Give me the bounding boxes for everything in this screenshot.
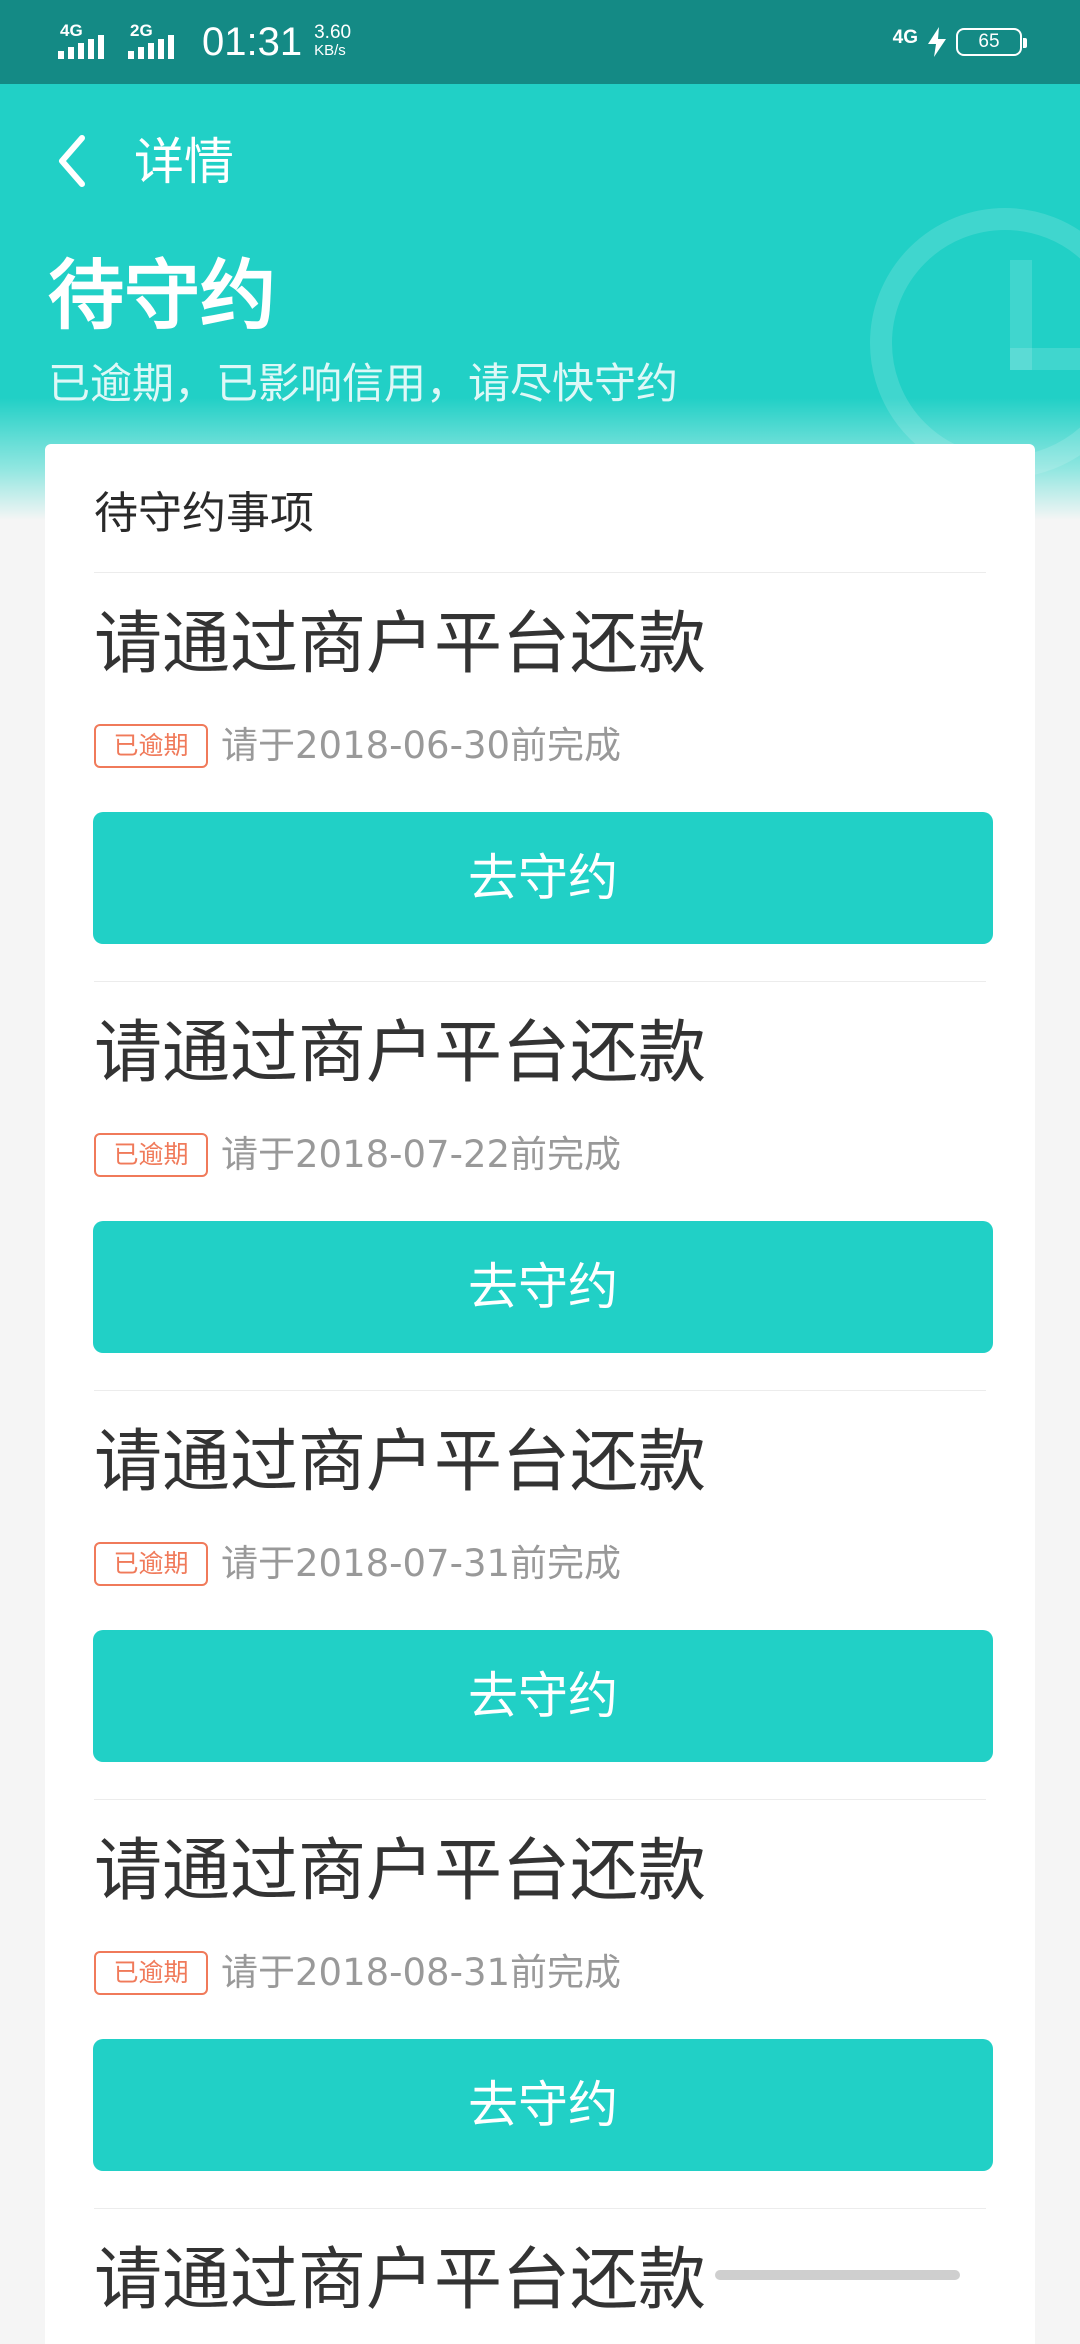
network-type-icon: 4G [892, 27, 918, 48]
clock-watermark-icon [870, 208, 1080, 478]
sim2-signal-bars [128, 35, 174, 59]
status-title: 待守约 [48, 251, 276, 340]
back-arrow-icon[interactable] [50, 130, 94, 192]
network-speed-unit: KB/s [314, 42, 346, 59]
card-title: 待守约事项 [94, 488, 314, 539]
due-date-text: 请于2018-07-31前完成 [221, 1542, 622, 1585]
status-bar-right: 4G 65 [892, 20, 1027, 64]
due-date-text: 请于2018-06-30前完成 [221, 724, 622, 767]
network-speed: 3.60 KB/s [314, 22, 352, 60]
due-date-text: 请于2018-08-31前完成 [221, 1951, 622, 1994]
item-title: 请通过商户平台还款 [94, 2241, 707, 2320]
charging-icon [928, 27, 946, 57]
fulfill-button[interactable]: 去守约 [93, 1221, 993, 1353]
status-subtitle: 已逾期，已影响信用，请尽快守约 [48, 359, 679, 408]
sim2-signal-icon: 2G [128, 17, 184, 67]
status-time: 01:31 [202, 19, 303, 64]
fulfill-button[interactable]: 去守约 [93, 812, 993, 944]
item-title: 请通过商户平台还款 [94, 1423, 707, 1502]
battery-level: 65 [978, 31, 1000, 52]
divider [94, 1799, 986, 1800]
fulfill-button[interactable]: 去守约 [93, 2039, 993, 2171]
item-title: 请通过商户平台还款 [94, 1832, 707, 1911]
overdue-badge: 已逾期 [94, 1542, 208, 1586]
status-bar-left: 4G 2G 01:31 3.60 KB/s [58, 14, 351, 70]
divider [94, 2208, 986, 2209]
status-bar: 4G 2G 01:31 3.60 KB/s 4G 65 [0, 0, 1080, 84]
overdue-badge: 已逾期 [94, 1951, 208, 1995]
page-title: 详情 [134, 133, 234, 191]
network-speed-value: 3.60 [314, 22, 352, 43]
overdue-badge: 已逾期 [94, 724, 208, 768]
item-title: 请通过商户平台还款 [94, 605, 707, 684]
divider [94, 1390, 986, 1391]
sim1-signal-bars [58, 35, 104, 59]
overdue-badge: 已逾期 [94, 1133, 208, 1177]
scrollbar[interactable] [715, 2270, 960, 2280]
due-date-text: 请于2018-07-22前完成 [221, 1133, 622, 1176]
sim1-signal-icon: 4G [58, 17, 114, 67]
item-title: 请通过商户平台还款 [94, 1014, 707, 1093]
pending-items-card: 待守约事项 请通过商户平台还款 已逾期 请于2018-06-30前完成 去守约 … [45, 444, 1035, 2344]
battery-icon: 65 [956, 28, 1027, 56]
fulfill-button[interactable]: 去守约 [93, 1630, 993, 1762]
divider [94, 572, 986, 573]
divider [94, 981, 986, 982]
